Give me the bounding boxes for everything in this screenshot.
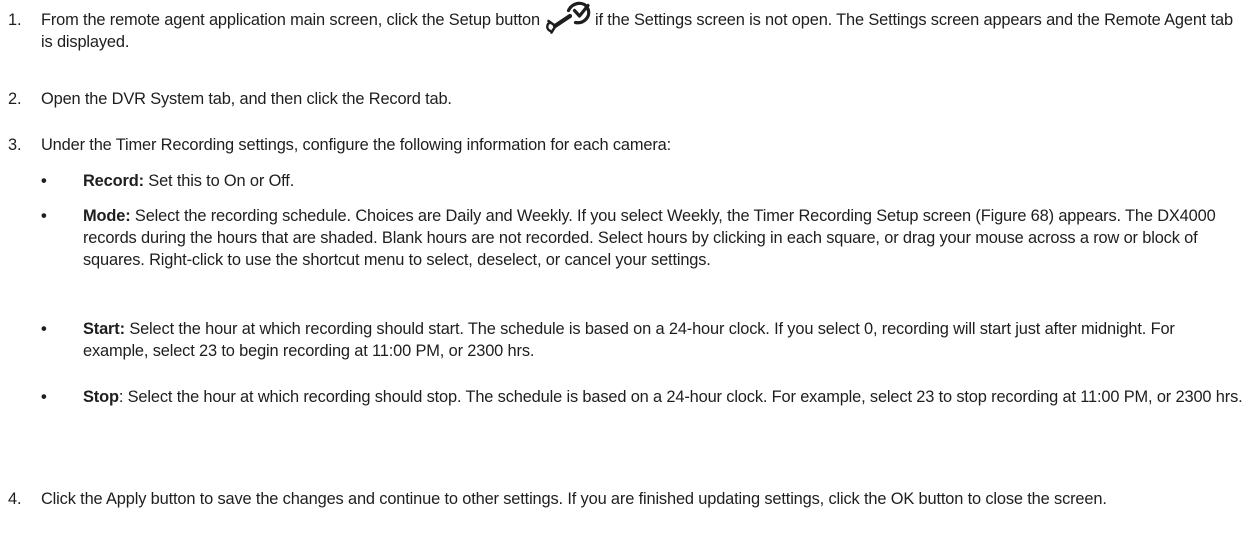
step-text: Click the Apply button to save the chang…: [41, 490, 1107, 508]
bullet-description: Select the recording schedule. Choices a…: [83, 207, 1216, 269]
bullet-text: Mode: Select the recording schedule. Cho…: [83, 205, 1244, 271]
step-3: 3. Under the Timer Recording settings, c…: [8, 134, 1244, 156]
bullet-start: • Start: Select the hour at which record…: [41, 318, 1244, 362]
step-number: 3.: [8, 136, 22, 154]
step-number: 1.: [8, 11, 22, 29]
step-text: Under the Timer Recording settings, conf…: [41, 136, 671, 154]
step-text: Open the DVR System tab, and then click …: [41, 90, 452, 108]
bullet-mode: • Mode: Select the recording schedule. C…: [41, 205, 1244, 271]
setup-wrench-icon: [544, 1, 592, 34]
bullet-stop: • Stop: Select the hour at which recordi…: [41, 386, 1244, 408]
step-4: 4. Click the Apply button to save the ch…: [8, 488, 1244, 510]
bullet-record: • Record: Set this to On or Off.: [41, 170, 1244, 192]
document-page: 1. From the remote agent application mai…: [0, 0, 1256, 540]
bullet-description: Select the hour at which recording shoul…: [83, 320, 1175, 360]
step-text-before-icon: From the remote agent application main s…: [41, 11, 540, 29]
step-number: 4.: [8, 490, 22, 508]
bullet-term: Start:: [83, 320, 125, 338]
bullet-text: Record: Set this to On or Off.: [83, 170, 1244, 192]
bullet-text: Stop: Select the hour at which recording…: [83, 386, 1244, 408]
bullet-term: Mode:: [83, 207, 131, 225]
bullet-term: Record:: [83, 172, 144, 190]
step-number: 2.: [8, 90, 22, 108]
bullet-icon: •: [41, 172, 47, 190]
bullet-icon: •: [41, 207, 47, 225]
bullet-text: Start: Select the hour at which recordin…: [83, 318, 1244, 362]
bullet-description: Set this to On or Off.: [148, 172, 295, 190]
bullet-icon: •: [41, 320, 47, 338]
step-text: From the remote agent application main s…: [41, 1, 1244, 53]
step-2: 2. Open the DVR System tab, and then cli…: [8, 88, 1244, 110]
bullet-description: : Select the hour at which recording sho…: [118, 388, 1243, 406]
bullet-term: Stop: [83, 388, 119, 406]
step-1: 1. From the remote agent application mai…: [8, 1, 1244, 53]
bullet-icon: •: [41, 388, 47, 406]
